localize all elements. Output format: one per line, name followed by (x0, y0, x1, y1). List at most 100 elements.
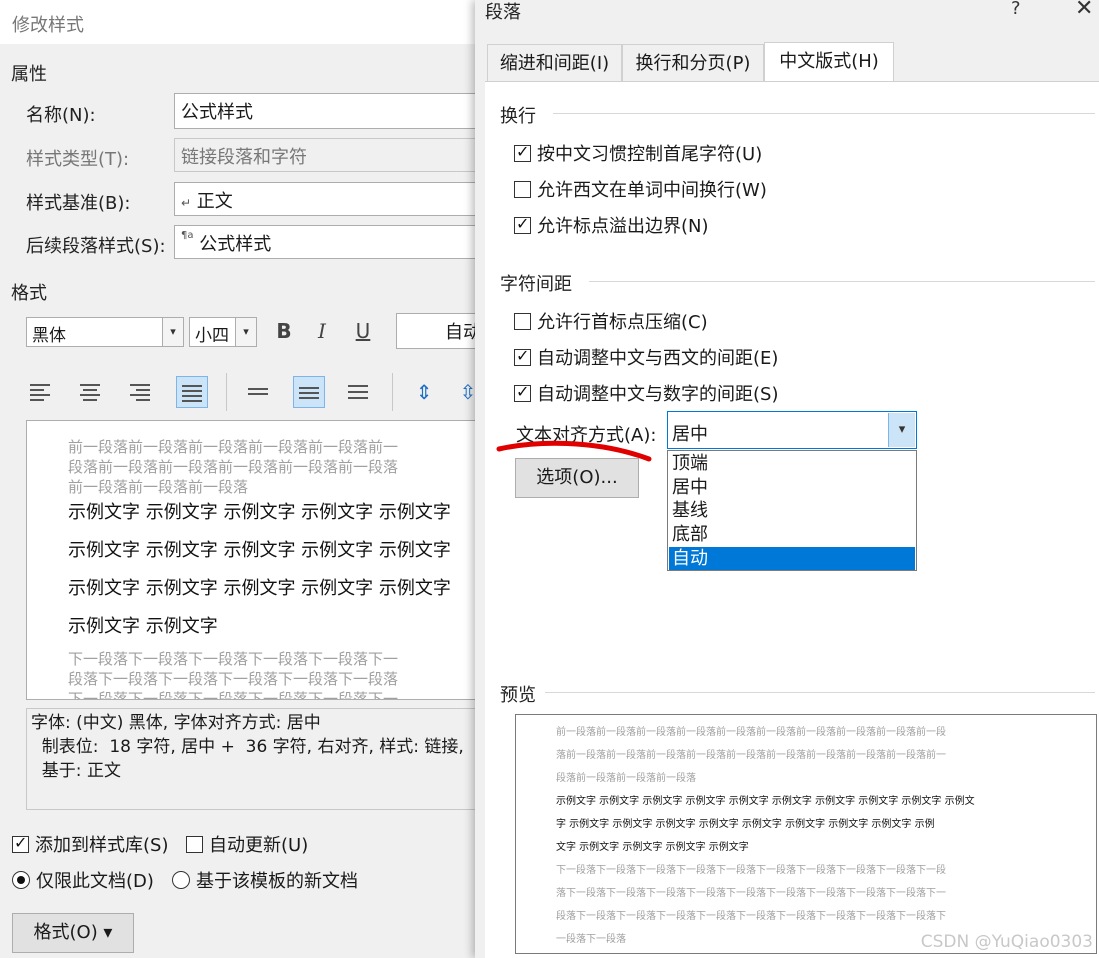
checkbox-unchecked-icon (514, 312, 531, 330)
align-option-auto[interactable]: 自动 (669, 547, 915, 570)
paragraph-mark-icon: ↵ (181, 196, 192, 210)
checkbox-checked-icon (514, 382, 531, 402)
preview-next-line: 下一段落下一段落下一段落下一段落下一段落下一 (68, 650, 399, 668)
chevron-down-icon: ▾ (235, 318, 256, 346)
line-spacing-double-button[interactable] (342, 376, 374, 408)
preview-header: 预览 (500, 685, 536, 706)
double-spacing-icon (348, 385, 368, 399)
punct-overflow-checkbox[interactable]: 允许标点溢出边界(N) (514, 212, 709, 238)
group-divider (553, 113, 1095, 114)
watermark: CSDN @YuQiao0303 (920, 932, 1093, 952)
font-name-value: 黑体 (32, 326, 66, 346)
options-button[interactable]: 选项(O)... (515, 458, 639, 498)
style-based-select[interactable]: ↵ 正文 (174, 182, 486, 216)
text-align-dropdown: 顶端 居中 基线 底部 自动 (667, 450, 917, 571)
tab-asian-typography[interactable]: 中文版式(H) (764, 42, 894, 82)
toolbar-divider (226, 373, 227, 411)
western-wrap-checkbox[interactable]: 允许西文在单词中间换行(W) (514, 176, 767, 202)
underline-button[interactable]: U (347, 315, 379, 347)
font-name-select[interactable]: 黑体 ▾ (26, 317, 184, 347)
compress-punct-label: 允许行首标点压缩(C) (537, 312, 708, 333)
tab-indent-spacing[interactable]: 缩进和间距(I) (487, 44, 622, 82)
para-spacing-decrease-icon: ⇳ (459, 380, 477, 404)
style-description-line: 基于: 正文 (31, 761, 121, 781)
style-preview-box: 前一段落前一段落前一段落前一段落前一段落前一 段落前一段落前一段落前一段落前一段… (26, 420, 486, 700)
auto-update-checkbox[interactable]: 自动更新(U) (186, 831, 308, 857)
line-spacing-single-button[interactable] (242, 376, 274, 408)
text-align-select[interactable]: 居中 ▾ (667, 411, 917, 449)
name-label: 名称(N): (26, 105, 96, 126)
linked-style-icon: ¶a (181, 230, 194, 241)
new-doc-template-radio[interactable]: 基于该模板的新文档 (172, 867, 358, 893)
single-spacing-icon (248, 388, 268, 395)
name-input[interactable]: 公式样式 (174, 93, 486, 129)
preview-sample-line: 示例文字 示例文字 (68, 616, 218, 637)
para-spacing-icon: ⇕ (415, 380, 433, 404)
text-align-value: 居中 (672, 424, 708, 445)
add-to-gallery-checkbox[interactable]: 添加到样式库(S) (12, 831, 168, 857)
preview-sample-line: 字 示例文字 示例文字 示例文字 示例文字 示例文字 示例文字 示例文字 示例文… (556, 819, 935, 830)
format-header: 格式 (11, 283, 47, 304)
next-para-label: 后续段落样式(S): (26, 236, 166, 257)
align-center-icon (80, 384, 100, 401)
align-left-icon (30, 384, 50, 401)
compress-punct-checkbox[interactable]: 允许行首标点压缩(C) (514, 308, 708, 334)
bold-button[interactable]: B (268, 315, 300, 347)
help-button[interactable]: ? (1011, 0, 1021, 19)
close-button[interactable]: ✕ (1075, 0, 1093, 21)
format-menu-button[interactable]: 格式(O) ▾ (12, 913, 134, 953)
line-spacing-1-5-button[interactable] (293, 376, 325, 408)
font-size-value: 小四 (195, 326, 229, 346)
auto-cjk-digit-checkbox[interactable]: 自动调整中文与数字的间距(S) (514, 380, 778, 406)
radio-selected-icon (12, 871, 30, 889)
chevron-down-icon: ▾ (162, 318, 183, 346)
preview-next-line: 下一段落下一段落下一段落下一段落下一段落下一 (68, 690, 399, 700)
modify-style-dialog: 修改样式 属性 名称(N): 公式样式 样式类型(T): 链接段落和字符 样式基… (0, 0, 486, 958)
paragraph-dialog: 段落 ? ✕ 缩进和间距(I) 换行和分页(P) 中文版式(H) 换行 按中文习… (475, 0, 1099, 958)
align-option-center[interactable]: 居中 (669, 476, 915, 499)
italic-button[interactable]: I (306, 315, 338, 347)
style-type-label: 样式类型(T): (26, 149, 130, 170)
increase-para-spacing-button[interactable]: ⇕ (408, 376, 440, 408)
preview-next-line: 段落下一段落下一段落下一段落下一段落下一段落 (68, 670, 399, 688)
punct-overflow-label: 允许标点溢出边界(N) (537, 216, 709, 237)
align-left-button[interactable] (24, 376, 56, 408)
style-description: 字体: (中文) 黑体, 字体对齐方式: 居中 制表位: 18 字符, 居中 +… (26, 708, 486, 810)
tab-line-page-breaks[interactable]: 换行和分页(P) (622, 44, 764, 82)
group-divider (589, 281, 1095, 282)
preview-sample-line: 文字 示例文字 示例文字 示例文字 示例文字 (556, 842, 749, 853)
style-based-label: 样式基准(B): (26, 193, 131, 214)
font-color-select[interactable]: 自动 (396, 313, 486, 349)
only-this-doc-label: 仅限此文档(D) (36, 871, 154, 892)
auto-cjk-latin-checkbox[interactable]: 自动调整中文与西文的间距(E) (514, 344, 778, 370)
align-option-top[interactable]: 顶端 (669, 452, 915, 475)
preview-prev-line: 前一段落前一段落前一段落前一段落前一段落前一段落前一段落前一段落前一段落前一段 (556, 727, 946, 738)
chevron-down-icon[interactable]: ▾ (888, 413, 915, 447)
justify-icon (182, 385, 202, 402)
align-option-baseline[interactable]: 基线 (669, 499, 915, 522)
group-divider (545, 692, 1095, 693)
preview-prev-line: 段落前一段落前一段落前一段落前一段落前一段落 (68, 458, 399, 476)
next-para-select[interactable]: ¶a 公式样式 (174, 225, 486, 259)
only-this-doc-radio[interactable]: 仅限此文档(D) (12, 867, 154, 893)
checkbox-unchecked-icon (186, 835, 203, 853)
properties-header: 属性 (11, 64, 47, 85)
align-option-bottom[interactable]: 底部 (669, 523, 915, 546)
punct-control-checkbox[interactable]: 按中文习惯控制首尾字符(U) (514, 140, 762, 166)
preview-next-line: 落下一段落下一段落下一段落下一段落下一段落下一段落下一段落下一段落下一段落下一 (556, 888, 946, 899)
justify-button[interactable] (176, 376, 208, 408)
preview-prev-line: 前一段落前一段落前一段落 (68, 478, 249, 496)
preview-prev-line: 前一段落前一段落前一段落前一段落前一段落前一 (68, 438, 399, 456)
auto-update-label: 自动更新(U) (209, 835, 309, 856)
align-right-button[interactable] (124, 376, 156, 408)
preview-sample-line: 示例文字 示例文字 示例文字 示例文字 示例文字 (68, 578, 451, 599)
toolbar-divider (392, 373, 393, 411)
align-center-button[interactable] (74, 376, 106, 408)
align-right-icon (130, 384, 150, 401)
style-description-line: 制表位: 18 字符, 居中 + 36 字符, 右对齐, 样式: 链接, (31, 737, 464, 757)
line-break-header: 换行 (500, 106, 536, 127)
preview-sample-line: 示例文字 示例文字 示例文字 示例文字 示例文字 示例文字 示例文字 示例文字 … (556, 796, 975, 807)
preview-sample-line: 示例文字 示例文字 示例文字 示例文字 示例文字 (68, 540, 451, 561)
font-size-select[interactable]: 小四 ▾ (189, 317, 257, 347)
western-wrap-label: 允许西文在单词中间换行(W) (537, 180, 767, 201)
